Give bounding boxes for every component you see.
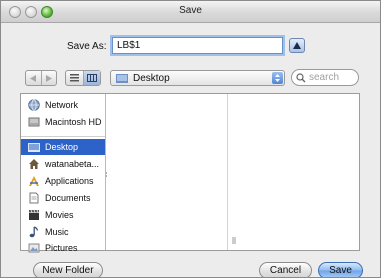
triangle-up-icon <box>293 42 301 49</box>
forward-button[interactable] <box>40 71 56 85</box>
back-arrow-icon <box>30 74 37 82</box>
documents-icon <box>28 192 40 204</box>
sidebar-item-label: Documents <box>45 193 91 203</box>
save-dialog: Save Save As: Desktop <box>0 0 381 278</box>
location-popup[interactable]: Desktop <box>110 70 285 86</box>
file-browser: Network Macintosh HD Desktop watanabeta.… <box>20 93 360 253</box>
back-forward-buttons <box>25 70 57 86</box>
column-view-button[interactable] <box>83 71 100 85</box>
view-mode-buttons <box>65 70 101 86</box>
sidebar-item-label: Applications <box>45 176 94 186</box>
save-button[interactable]: Save <box>318 262 363 277</box>
sidebar-item-network[interactable]: Network <box>21 97 105 113</box>
sidebar-item-documents[interactable]: Documents <box>21 190 105 206</box>
music-icon <box>28 226 40 238</box>
sidebar: Network Macintosh HD Desktop watanabeta.… <box>21 94 108 253</box>
sidebar-item-label: Music <box>45 227 69 237</box>
sidebar-item-label: Network <box>45 100 79 110</box>
desktop-icon <box>28 141 40 153</box>
sidebar-item-desktop[interactable]: Desktop <box>21 139 105 155</box>
window-title: Save <box>179 5 202 16</box>
search-field[interactable]: search <box>291 69 359 86</box>
forward-arrow-icon <box>45 74 52 82</box>
column-view-icon <box>87 74 97 82</box>
search-icon <box>296 73 306 83</box>
pictures-icon <box>28 242 40 254</box>
applications-icon <box>28 175 40 187</box>
save-as-label: Save As: <box>67 41 107 52</box>
network-icon <box>28 99 40 111</box>
home-icon <box>28 158 40 170</box>
sidebar-item-label: Macintosh HD <box>45 117 102 127</box>
sidebar-item-movies[interactable]: Movies <box>21 207 105 223</box>
cancel-button[interactable]: Cancel <box>259 262 312 277</box>
sidebar-item-home[interactable]: watanabeta... <box>21 156 105 172</box>
sidebar-item-label: Movies <box>45 210 74 220</box>
sidebar-item-label: Desktop <box>45 142 79 152</box>
hard-drive-icon <box>28 116 40 128</box>
movies-icon <box>28 209 40 221</box>
location-label: Desktop <box>133 73 170 84</box>
list-view-button[interactable] <box>66 71 83 85</box>
sidebar-divider <box>21 136 105 137</box>
desktop-icon <box>116 74 128 83</box>
column-resize-handle[interactable] <box>231 236 237 245</box>
sidebar-item-music[interactable]: Music <box>21 224 105 240</box>
title-bar[interactable]: Save <box>1 1 380 23</box>
sidebar-item-applications[interactable]: Applications <box>21 173 105 189</box>
sidebar-item-label: watanabeta... <box>45 159 100 169</box>
browser-column[interactable] <box>229 94 359 250</box>
search-placeholder: search <box>309 72 340 83</box>
sidebar-item-label: Pictures <box>45 243 78 253</box>
popup-arrows-icon <box>272 72 283 84</box>
sidebar-item-pictures[interactable]: Pictures <box>21 240 105 256</box>
save-as-field[interactable] <box>112 37 283 54</box>
list-view-icon <box>70 74 79 82</box>
collapse-dialog-button[interactable] <box>289 38 305 53</box>
new-folder-button[interactable]: New Folder <box>33 262 103 277</box>
back-button[interactable] <box>26 71 41 85</box>
sidebar-item-macintosh-hd[interactable]: Macintosh HD <box>21 114 105 130</box>
browser-column[interactable] <box>107 94 228 250</box>
